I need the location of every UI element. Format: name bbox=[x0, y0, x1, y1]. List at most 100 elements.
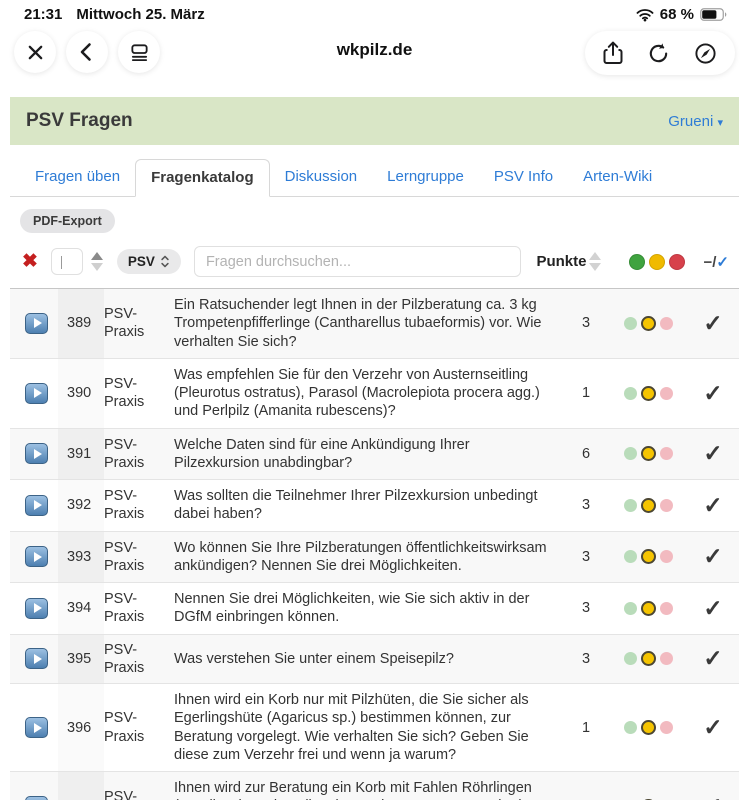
rating-lights bbox=[609, 386, 687, 401]
red-light-icon[interactable] bbox=[660, 387, 673, 400]
play-question-button[interactable] bbox=[25, 796, 48, 800]
psv-header: PSV Fragen Grueni ▾ bbox=[10, 97, 739, 145]
tab-fragen-üben[interactable]: Fragen üben bbox=[20, 159, 135, 197]
safari-compass-button[interactable] bbox=[694, 42, 717, 65]
play-question-button[interactable] bbox=[25, 495, 48, 516]
share-button[interactable] bbox=[603, 41, 623, 65]
tab-fragenkatalog[interactable]: Fragenkatalog bbox=[135, 159, 270, 197]
red-light-icon[interactable] bbox=[660, 652, 673, 665]
sort-ascending-icon bbox=[91, 252, 103, 260]
answered-checkmark[interactable]: ✓ bbox=[687, 543, 739, 570]
question-text: Wo können Sie Ihre Pilzberatungen öffent… bbox=[164, 532, 563, 583]
yellow-light-icon[interactable] bbox=[641, 498, 656, 513]
chevron-down-icon: ▾ bbox=[717, 117, 723, 129]
points-column-header[interactable]: Punkte bbox=[536, 253, 586, 270]
question-points: 6 bbox=[563, 446, 609, 462]
yellow-light-icon[interactable] bbox=[641, 386, 656, 401]
question-id: 390 bbox=[58, 359, 104, 428]
yellow-light-icon[interactable] bbox=[641, 316, 656, 331]
tab-lerngruppe[interactable]: Lerngruppe bbox=[372, 159, 479, 197]
yellow-light-icon[interactable] bbox=[649, 254, 665, 270]
answered-checkmark[interactable]: ✓ bbox=[687, 310, 739, 337]
points-sort-control[interactable] bbox=[589, 252, 601, 271]
yellow-light-icon[interactable] bbox=[641, 549, 656, 564]
user-menu[interactable]: Grueni ▾ bbox=[668, 113, 723, 130]
answered-checkmark[interactable]: ✓ bbox=[687, 380, 739, 407]
answered-checkmark[interactable]: ✓ bbox=[687, 793, 739, 800]
table-row: 396 PSV-Praxis Ihnen wird ein Korb nur m… bbox=[10, 684, 739, 772]
tab-diskussion[interactable]: Diskussion bbox=[270, 159, 373, 197]
question-category: PSV-Praxis bbox=[104, 703, 164, 751]
user-name: Grueni bbox=[668, 113, 713, 130]
share-icon bbox=[603, 41, 623, 65]
rating-filter bbox=[629, 254, 685, 270]
question-text: Welche Daten sind für eine Ankündigung I… bbox=[164, 429, 563, 480]
red-light-icon[interactable] bbox=[660, 499, 673, 512]
question-category: PSV-Praxis bbox=[104, 635, 164, 683]
play-question-button[interactable] bbox=[25, 648, 48, 669]
tab-arten-wiki[interactable]: Arten-Wiki bbox=[568, 159, 667, 197]
green-light-icon[interactable] bbox=[624, 447, 637, 460]
pdf-export-button[interactable]: PDF-Export bbox=[20, 209, 115, 233]
green-light-icon[interactable] bbox=[624, 602, 637, 615]
question-text: Was sollten die Teilnehmer Ihrer Pilzexk… bbox=[164, 480, 563, 531]
green-light-icon[interactable] bbox=[624, 721, 637, 734]
question-points: 1 bbox=[563, 720, 609, 736]
rating-lights bbox=[609, 601, 687, 616]
battery-percent: 68 % bbox=[660, 6, 694, 23]
sort-descending-icon bbox=[91, 263, 103, 271]
answered-checkmark[interactable]: ✓ bbox=[687, 440, 739, 467]
green-light-icon[interactable] bbox=[624, 550, 637, 563]
question-points: 1 bbox=[563, 385, 609, 401]
reload-button[interactable] bbox=[647, 42, 670, 65]
category-filter-select[interactable]: PSV bbox=[117, 249, 181, 274]
table-toolbar: ✖ PSV Punkte −/✓ bbox=[10, 246, 739, 289]
play-icon bbox=[34, 318, 42, 328]
play-icon bbox=[34, 449, 42, 459]
id-filter-input[interactable] bbox=[51, 248, 83, 275]
play-question-button[interactable] bbox=[25, 443, 48, 464]
green-light-icon[interactable] bbox=[629, 254, 645, 270]
red-light-icon[interactable] bbox=[660, 721, 673, 734]
green-light-icon[interactable] bbox=[624, 652, 637, 665]
red-light-icon[interactable] bbox=[660, 550, 673, 563]
red-light-icon[interactable] bbox=[660, 447, 673, 460]
table-row: 389 PSV-Praxis Ein Ratsuchender legt Ihn… bbox=[10, 289, 739, 359]
answered-checkmark[interactable]: ✓ bbox=[687, 714, 739, 741]
question-id: 396 bbox=[58, 684, 104, 771]
play-question-button[interactable] bbox=[25, 546, 48, 567]
play-question-button[interactable] bbox=[25, 383, 48, 404]
play-question-button[interactable] bbox=[25, 598, 48, 619]
play-icon bbox=[34, 654, 42, 664]
id-sort-control[interactable] bbox=[91, 252, 103, 271]
date: Mittwoch 25. März bbox=[76, 6, 204, 23]
play-question-button[interactable] bbox=[25, 313, 48, 334]
red-light-icon[interactable] bbox=[669, 254, 685, 270]
answered-column-header[interactable]: −/✓ bbox=[703, 253, 729, 271]
answered-checkmark[interactable]: ✓ bbox=[687, 492, 739, 519]
red-light-icon[interactable] bbox=[660, 602, 673, 615]
red-light-icon[interactable] bbox=[660, 317, 673, 330]
green-light-icon[interactable] bbox=[624, 387, 637, 400]
search-input[interactable] bbox=[194, 246, 522, 277]
rating-lights bbox=[609, 549, 687, 564]
question-category: PSV-Praxis bbox=[104, 299, 164, 347]
play-icon bbox=[34, 723, 42, 733]
play-question-button[interactable] bbox=[25, 717, 48, 738]
clear-filter-icon[interactable]: ✖ bbox=[22, 252, 38, 271]
yellow-light-icon[interactable] bbox=[641, 446, 656, 461]
play-icon bbox=[34, 500, 42, 510]
yellow-light-icon[interactable] bbox=[641, 601, 656, 616]
yellow-light-icon[interactable] bbox=[641, 720, 656, 735]
question-text: Was empfehlen Sie für den Verzehr von Au… bbox=[164, 359, 563, 428]
question-id: 394 bbox=[58, 583, 104, 634]
green-light-icon[interactable] bbox=[624, 317, 637, 330]
green-light-icon[interactable] bbox=[624, 499, 637, 512]
answered-checkmark[interactable]: ✓ bbox=[687, 645, 739, 672]
yellow-light-icon[interactable] bbox=[641, 651, 656, 666]
answered-checkmark[interactable]: ✓ bbox=[687, 595, 739, 622]
tab-psv-info[interactable]: PSV Info bbox=[479, 159, 568, 197]
rating-lights bbox=[609, 316, 687, 331]
question-category: PSV-Praxis bbox=[104, 584, 164, 632]
question-category: PSV-Praxis bbox=[104, 481, 164, 529]
